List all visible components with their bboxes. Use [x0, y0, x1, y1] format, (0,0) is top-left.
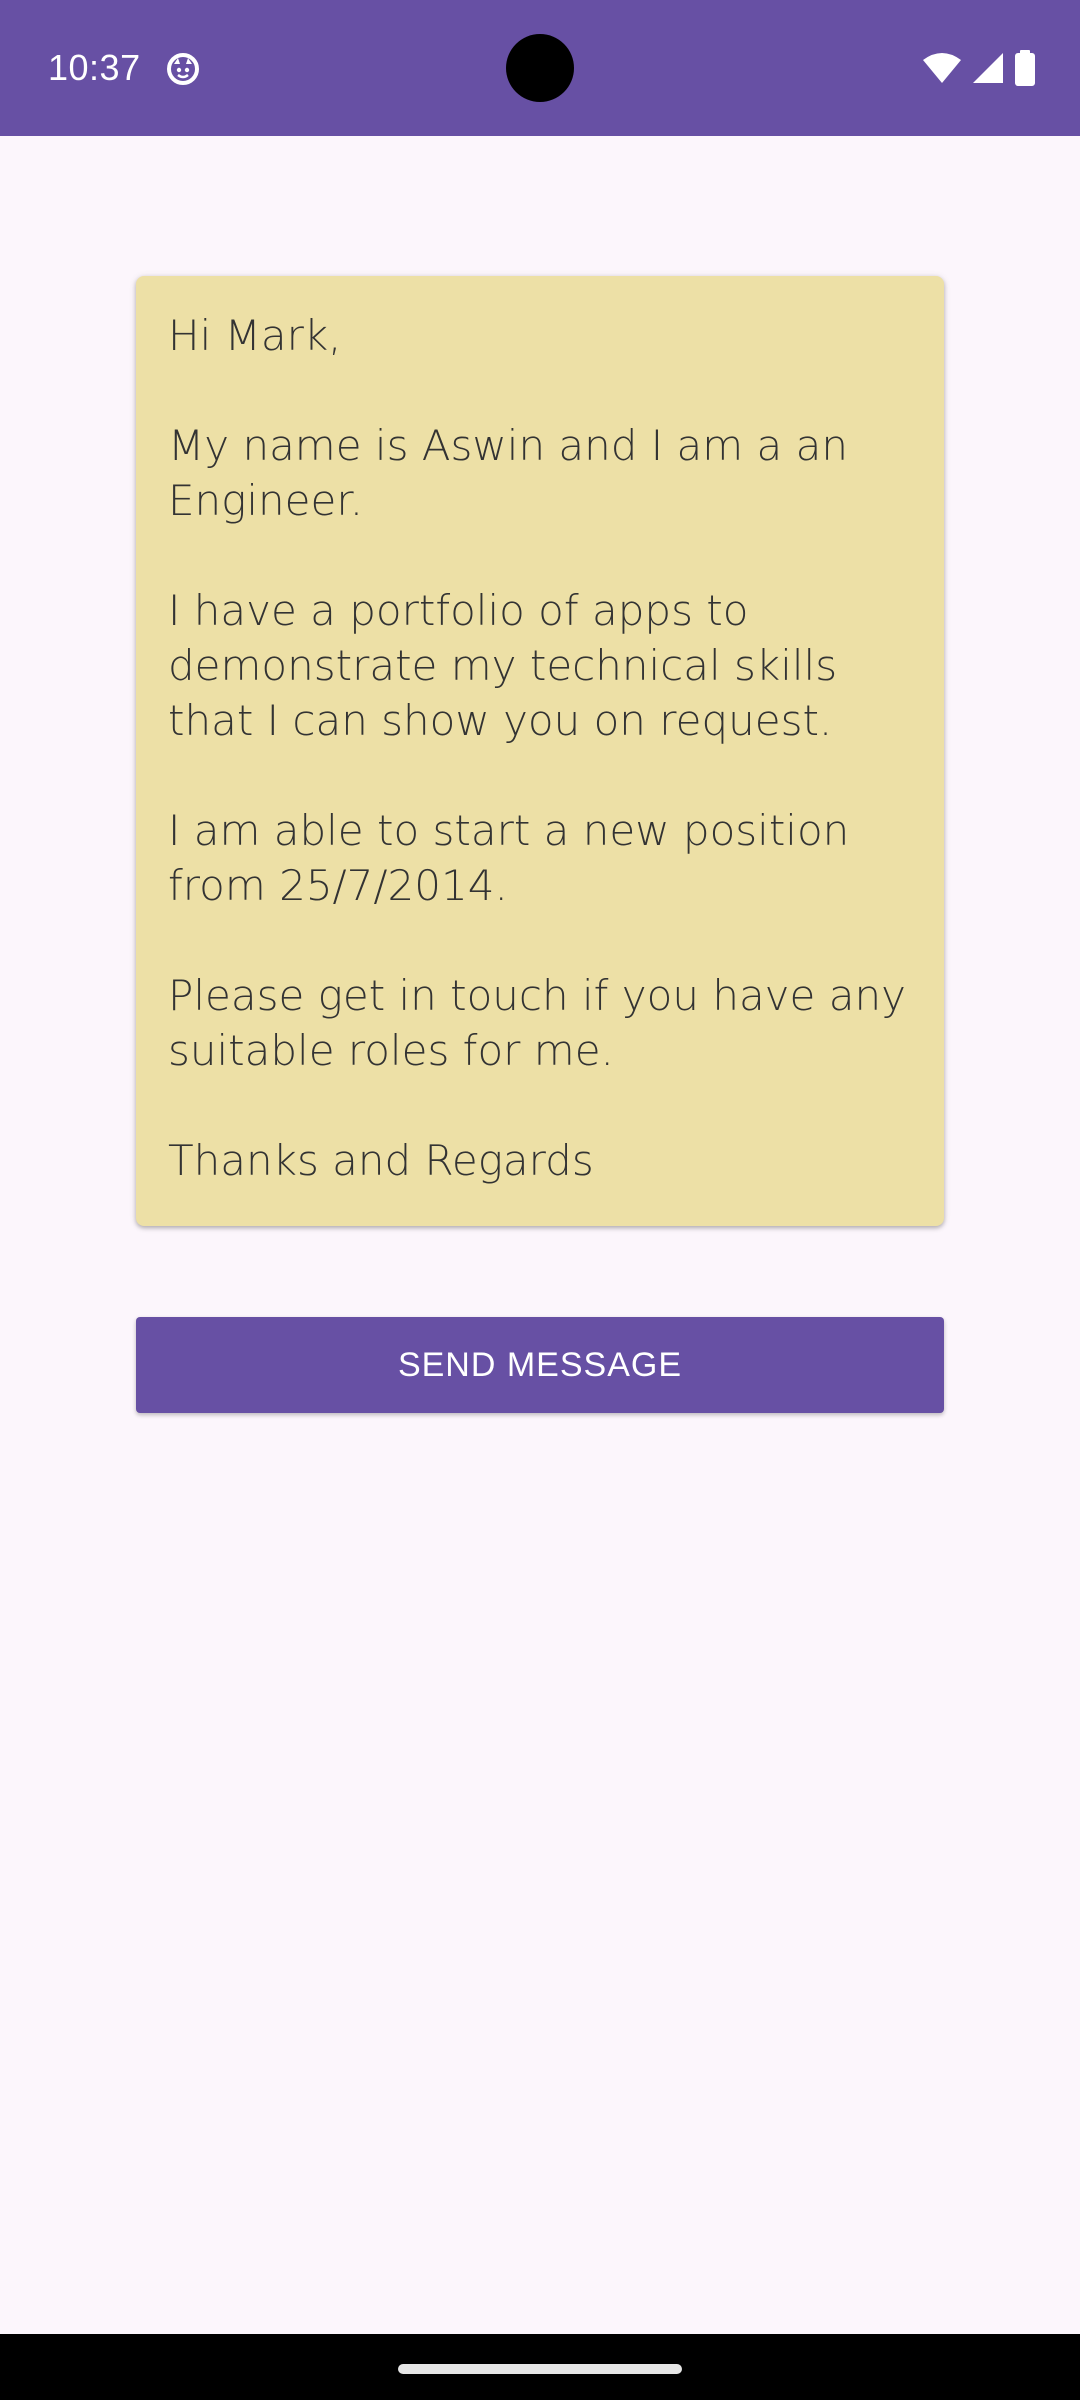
- status-bar: 10:37: [0, 0, 1080, 136]
- message-paragraph: I have a portfolio of apps to demonstrat…: [168, 586, 838, 745]
- battery-icon: [1014, 50, 1036, 86]
- send-message-button[interactable]: SEND MESSAGE: [136, 1317, 944, 1413]
- status-time: 10:37: [48, 47, 141, 88]
- wifi-icon: [922, 52, 962, 84]
- message-card: Hi Mark, My name is Aswin and I am a an …: [136, 276, 944, 1226]
- message-paragraph: I am able to start a new position from 2…: [168, 806, 850, 910]
- cellular-signal-icon: [972, 52, 1004, 84]
- message-greeting: Hi Mark,: [168, 311, 342, 360]
- message-signoff: Thanks and Regards: [168, 1136, 594, 1185]
- message-paragraph: My name is Aswin and I am a an Engineer.: [168, 421, 848, 525]
- message-paragraph: Please get in touch if you have any suit…: [168, 971, 906, 1075]
- home-gesture-handle[interactable]: [398, 2364, 682, 2374]
- status-icons: [922, 48, 1036, 88]
- front-camera-cutout: [506, 34, 574, 102]
- navigation-bar: [0, 2334, 1080, 2400]
- app-notification-icon: [166, 52, 200, 86]
